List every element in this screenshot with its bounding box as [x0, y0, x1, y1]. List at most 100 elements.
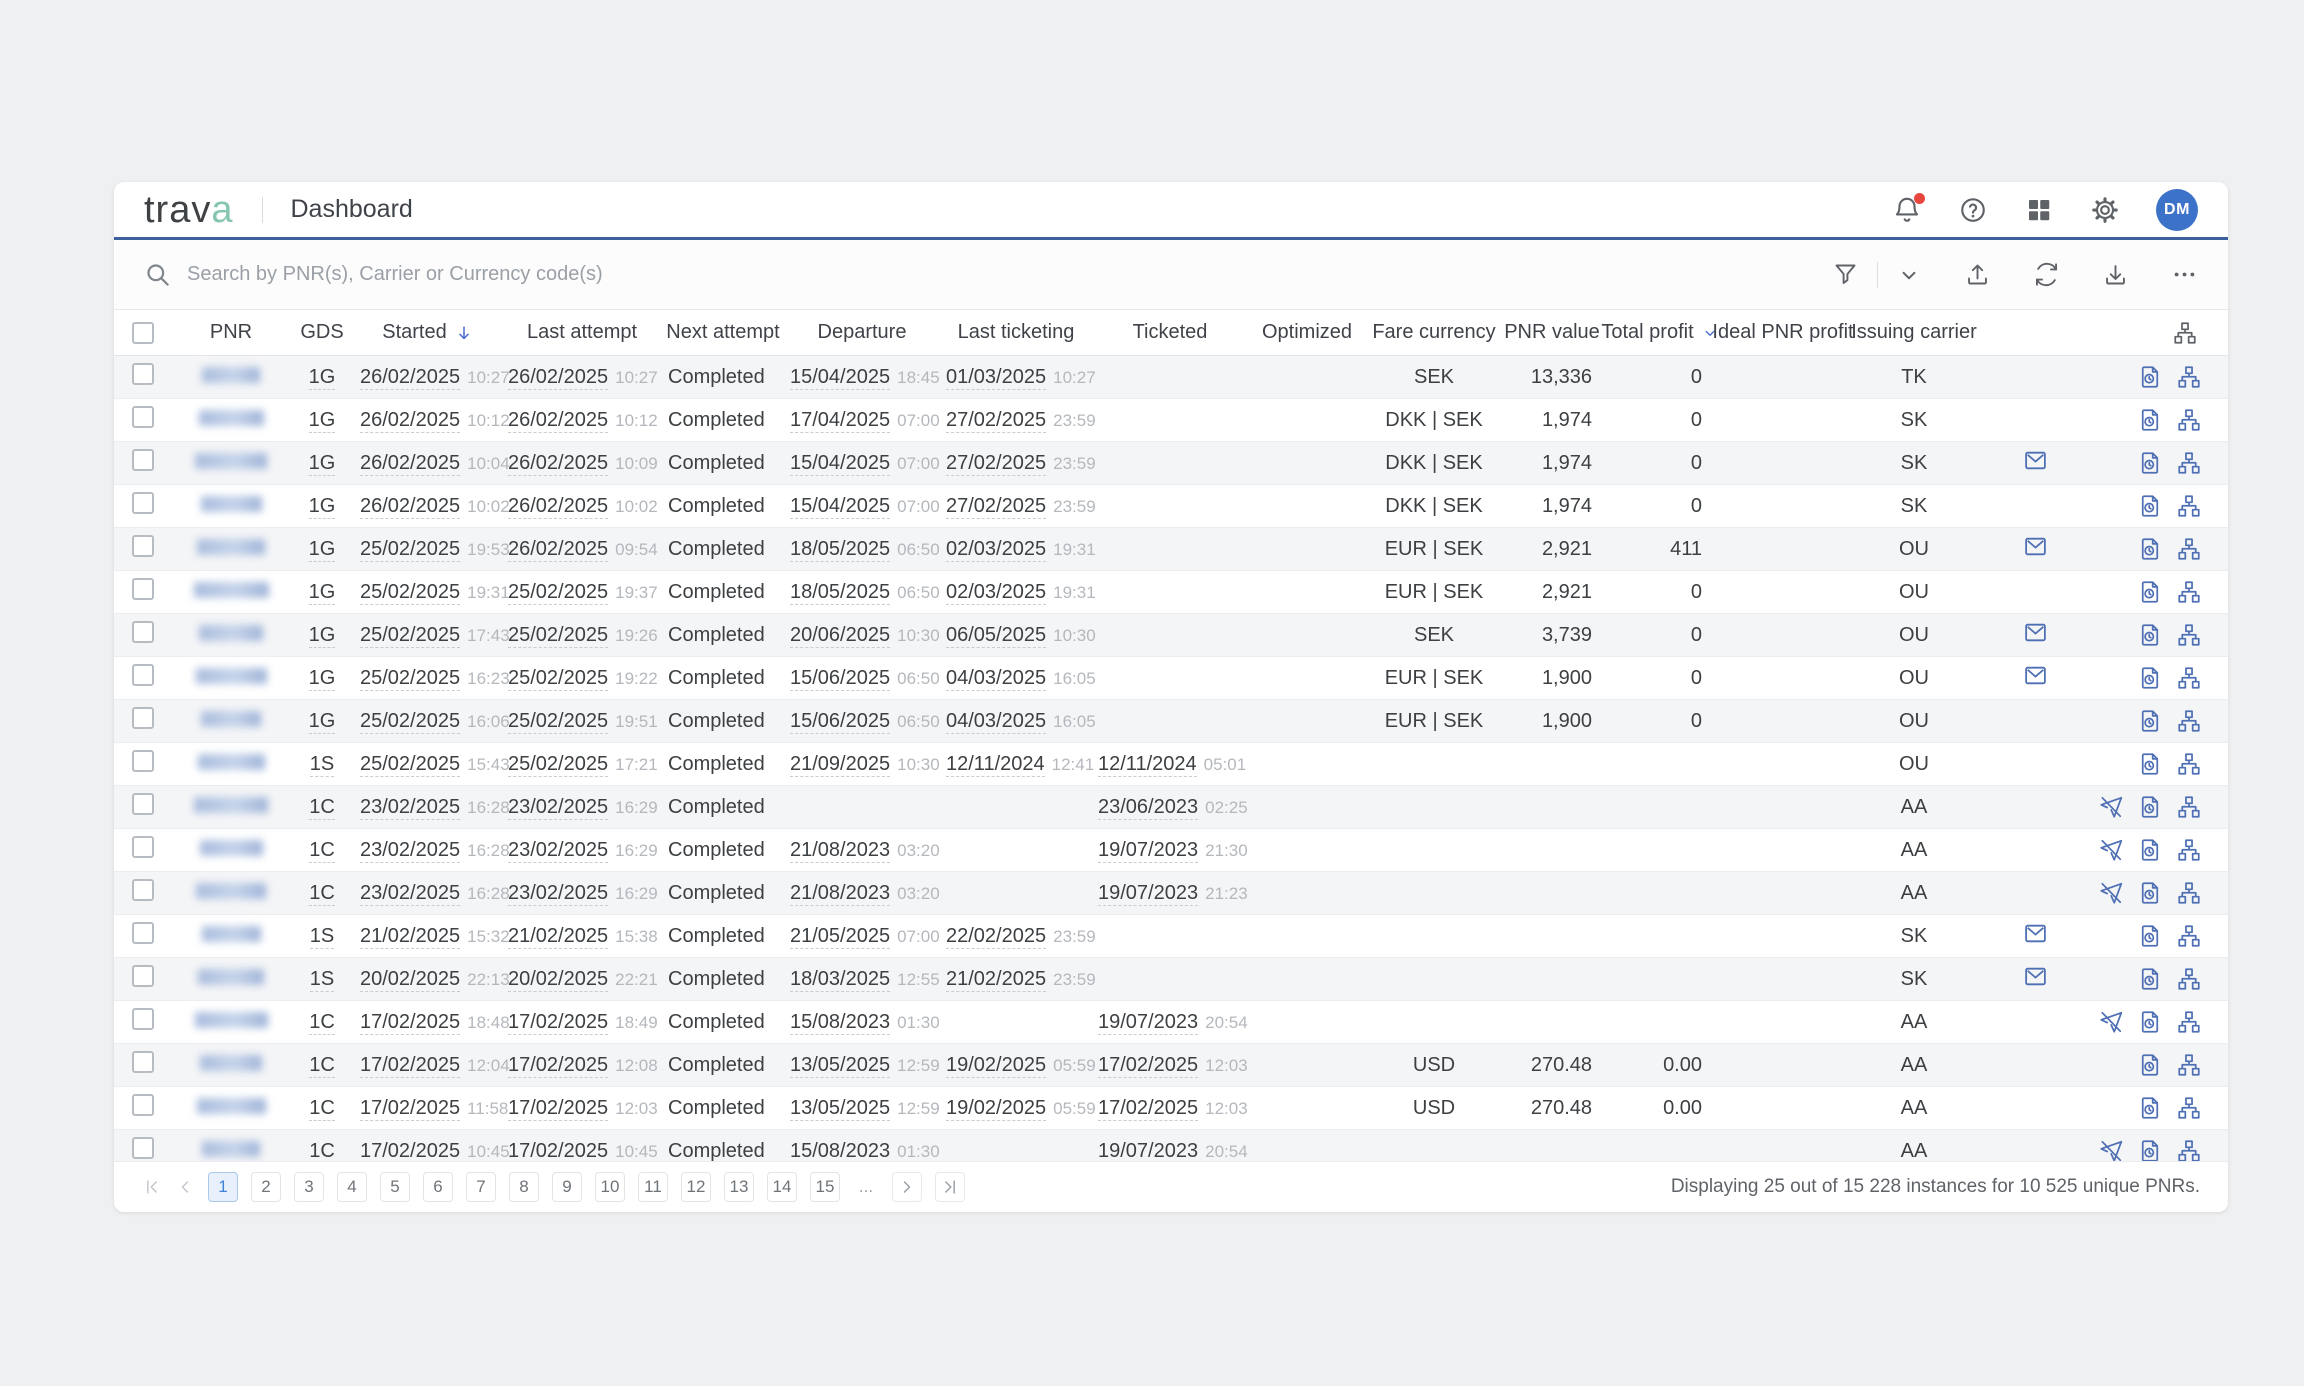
history-icon[interactable]	[2137, 665, 2163, 691]
hierarchy-icon[interactable]	[2176, 493, 2202, 519]
pnr-link[interactable]	[195, 1012, 268, 1028]
pnr-link[interactable]	[196, 668, 267, 684]
pnr-link[interactable]	[196, 883, 266, 899]
hierarchy-icon[interactable]	[2176, 751, 2202, 777]
table-row[interactable]: 1C23/02/202516:2823/02/202516:29Complete…	[114, 786, 2228, 829]
row-checkbox[interactable]	[132, 492, 154, 514]
row-checkbox[interactable]	[132, 1008, 154, 1030]
history-icon[interactable]	[2137, 1095, 2163, 1121]
page-button-12[interactable]: 12	[681, 1172, 711, 1202]
hierarchy-icon[interactable]	[2176, 364, 2202, 390]
column-header-value[interactable]: PNR value	[1504, 321, 1600, 344]
pnr-link[interactable]	[200, 840, 263, 856]
history-icon[interactable]	[2137, 364, 2163, 390]
row-checkbox[interactable]	[132, 449, 154, 471]
page-button-2[interactable]: 2	[251, 1172, 281, 1202]
pnr-link[interactable]	[201, 496, 262, 512]
history-icon[interactable]	[2137, 493, 2163, 519]
row-checkbox[interactable]	[132, 707, 154, 729]
row-checkbox[interactable]	[132, 1051, 154, 1073]
row-checkbox[interactable]	[132, 793, 154, 815]
history-icon[interactable]	[2137, 751, 2163, 777]
pnr-link[interactable]	[198, 754, 265, 770]
page-button-11[interactable]: 11	[638, 1172, 668, 1202]
pnr-link[interactable]	[199, 410, 264, 426]
table-row[interactable]: 1C23/02/202516:2823/02/202516:29Complete…	[114, 872, 2228, 915]
filter-button[interactable]	[1832, 261, 1859, 288]
pnr-link[interactable]	[194, 582, 269, 598]
table-row[interactable]: 1S20/02/202522:1320/02/202522:21Complete…	[114, 958, 2228, 1001]
history-icon[interactable]	[2137, 880, 2163, 906]
row-checkbox[interactable]	[132, 578, 154, 600]
column-header-carrier[interactable]: Issuing carrier	[1851, 321, 1977, 344]
hierarchy-icon[interactable]	[2176, 665, 2202, 691]
table-row[interactable]: 1G26/02/202510:0426/02/202510:09Complete…	[114, 442, 2228, 485]
column-header-act[interactable]	[2172, 320, 2228, 346]
row-checkbox[interactable]	[132, 363, 154, 385]
page-button-7[interactable]: 7	[466, 1172, 496, 1202]
table-row[interactable]: 1G25/02/202519:3125/02/202519:37Complete…	[114, 571, 2228, 614]
column-header-fare[interactable]: Fare currency	[1372, 321, 1495, 344]
mail-icon[interactable]	[2023, 663, 2048, 688]
table-row[interactable]: 1G25/02/202516:2325/02/202519:22Complete…	[114, 657, 2228, 700]
page-button-13[interactable]: 13	[724, 1172, 754, 1202]
history-icon[interactable]	[2137, 1052, 2163, 1078]
page-button-1[interactable]: 1	[208, 1172, 238, 1202]
table-row[interactable]: 1G26/02/202510:2726/02/202510:27Complete…	[114, 356, 2228, 399]
history-icon[interactable]	[2137, 579, 2163, 605]
help-button[interactable]	[1958, 195, 1988, 225]
hierarchy-icon[interactable]	[2176, 407, 2202, 433]
hierarchy-icon[interactable]	[2176, 536, 2202, 562]
hierarchy-icon[interactable]	[2176, 579, 2202, 605]
pnr-link[interactable]	[198, 969, 264, 985]
table-row[interactable]: 1G25/02/202517:4325/02/202519:26Complete…	[114, 614, 2228, 657]
table-row[interactable]: 1C17/02/202511:5817/02/202512:03Complete…	[114, 1087, 2228, 1130]
row-checkbox[interactable]	[132, 750, 154, 772]
hierarchy-icon[interactable]	[2176, 708, 2202, 734]
more-button[interactable]	[2171, 261, 2198, 288]
history-icon[interactable]	[2137, 622, 2163, 648]
hierarchy-icon[interactable]	[2176, 622, 2202, 648]
history-icon[interactable]	[2137, 450, 2163, 476]
first-page-button[interactable]	[142, 1177, 162, 1197]
search-input[interactable]	[187, 263, 1832, 286]
page-button-5[interactable]: 5	[380, 1172, 410, 1202]
row-checkbox[interactable]	[132, 1137, 154, 1159]
page-ellipsis[interactable]: ...	[853, 1177, 879, 1197]
hierarchy-icon[interactable]	[2176, 923, 2202, 949]
page-button-8[interactable]: 8	[509, 1172, 539, 1202]
row-checkbox[interactable]	[132, 879, 154, 901]
plane-off-icon[interactable]	[2098, 1009, 2124, 1035]
plane-off-icon[interactable]	[2098, 794, 2124, 820]
column-header-cb[interactable]	[132, 322, 154, 344]
page-button-6[interactable]: 6	[423, 1172, 453, 1202]
mail-icon[interactable]	[2023, 448, 2048, 473]
row-checkbox[interactable]	[132, 1094, 154, 1116]
row-checkbox[interactable]	[132, 965, 154, 987]
plane-off-icon[interactable]	[2098, 1138, 2124, 1162]
plane-off-icon[interactable]	[2098, 880, 2124, 906]
column-header-next[interactable]: Next attempt	[666, 321, 779, 344]
table-row[interactable]: 1S21/02/202515:3221/02/202515:38Complete…	[114, 915, 2228, 958]
page-button-4[interactable]: 4	[337, 1172, 367, 1202]
row-checkbox[interactable]	[132, 664, 154, 686]
column-header-ideal[interactable]: Ideal PNR profit	[1712, 321, 1853, 344]
column-header-dep[interactable]: Departure	[818, 321, 907, 344]
table-row[interactable]: 1G25/02/202516:0625/02/202519:51Complete…	[114, 700, 2228, 743]
hierarchy-icon[interactable]	[2176, 794, 2202, 820]
column-header-pnr[interactable]: PNR	[210, 321, 252, 344]
row-checkbox[interactable]	[132, 535, 154, 557]
table-row[interactable]: 1S25/02/202515:4325/02/202517:21Complete…	[114, 743, 2228, 786]
page-button-9[interactable]: 9	[552, 1172, 582, 1202]
table-row[interactable]: 1G26/02/202510:0226/02/202510:02Complete…	[114, 485, 2228, 528]
column-header-profit[interactable]: Total profit	[1601, 321, 1718, 344]
refresh-button[interactable]	[2033, 261, 2060, 288]
history-icon[interactable]	[2137, 1009, 2163, 1035]
table-row[interactable]: 1G25/02/202519:5326/02/202509:54Complete…	[114, 528, 2228, 571]
pnr-link[interactable]	[199, 625, 263, 641]
hierarchy-icon[interactable]	[2176, 837, 2202, 863]
hierarchy-icon[interactable]	[2176, 1052, 2202, 1078]
pnr-link[interactable]	[202, 367, 260, 383]
history-icon[interactable]	[2137, 536, 2163, 562]
column-header-gds[interactable]: GDS	[300, 321, 343, 344]
